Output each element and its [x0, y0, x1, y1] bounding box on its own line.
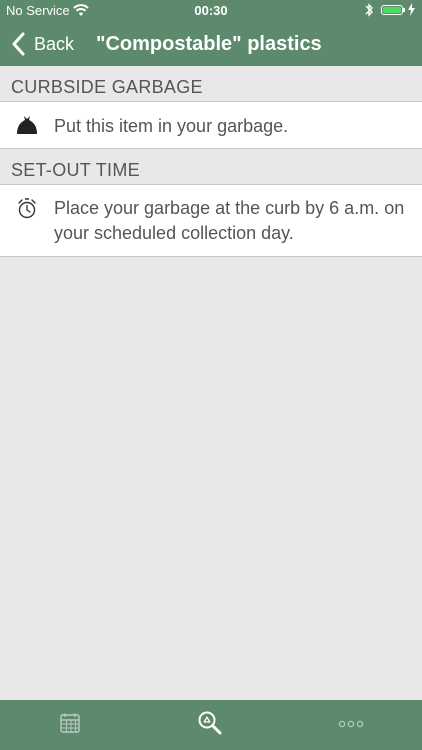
- tab-bar: [0, 700, 422, 750]
- bluetooth-icon: [364, 2, 374, 21]
- section-header-curbside-garbage: CURBSIDE GARBAGE: [0, 66, 422, 102]
- status-time: 00:30: [194, 3, 228, 18]
- section-header-set-out-time: SET-OUT TIME: [0, 149, 422, 185]
- battery-cap: [403, 8, 405, 12]
- back-label: Back: [34, 33, 75, 54]
- recycle-search-icon: [197, 710, 223, 741]
- list-item: Place your garbage at the curb by 6 a.m.…: [0, 185, 422, 257]
- page-title: "Compostable" plastics: [96, 33, 322, 55]
- garbage-bag-icon: [16, 114, 38, 136]
- status-bar: No Service 00:30: [0, 0, 422, 22]
- section-header-label: SET-OUT TIME: [11, 160, 140, 180]
- tab-calendar[interactable]: [50, 700, 90, 750]
- charging-icon: [408, 3, 415, 19]
- chevron-left-icon: [8, 29, 30, 59]
- tab-recycle-search[interactable]: [190, 700, 230, 750]
- battery-icon: [381, 5, 403, 15]
- calendar-icon: [59, 712, 81, 739]
- navigation-bar: Back "Compostable" plastics: [0, 22, 422, 66]
- alarm-clock-icon: [16, 197, 38, 219]
- section-header-label: CURBSIDE GARBAGE: [11, 77, 203, 97]
- list-item: Put this item in your garbage.: [0, 102, 422, 149]
- disposal-instruction: Put this item in your garbage.: [54, 116, 289, 136]
- set-out-instruction: Place your garbage at the curb by 6 a.m.…: [54, 198, 405, 243]
- tab-more[interactable]: [331, 700, 371, 750]
- back-button[interactable]: Back: [8, 22, 74, 66]
- more-icon: [338, 716, 364, 734]
